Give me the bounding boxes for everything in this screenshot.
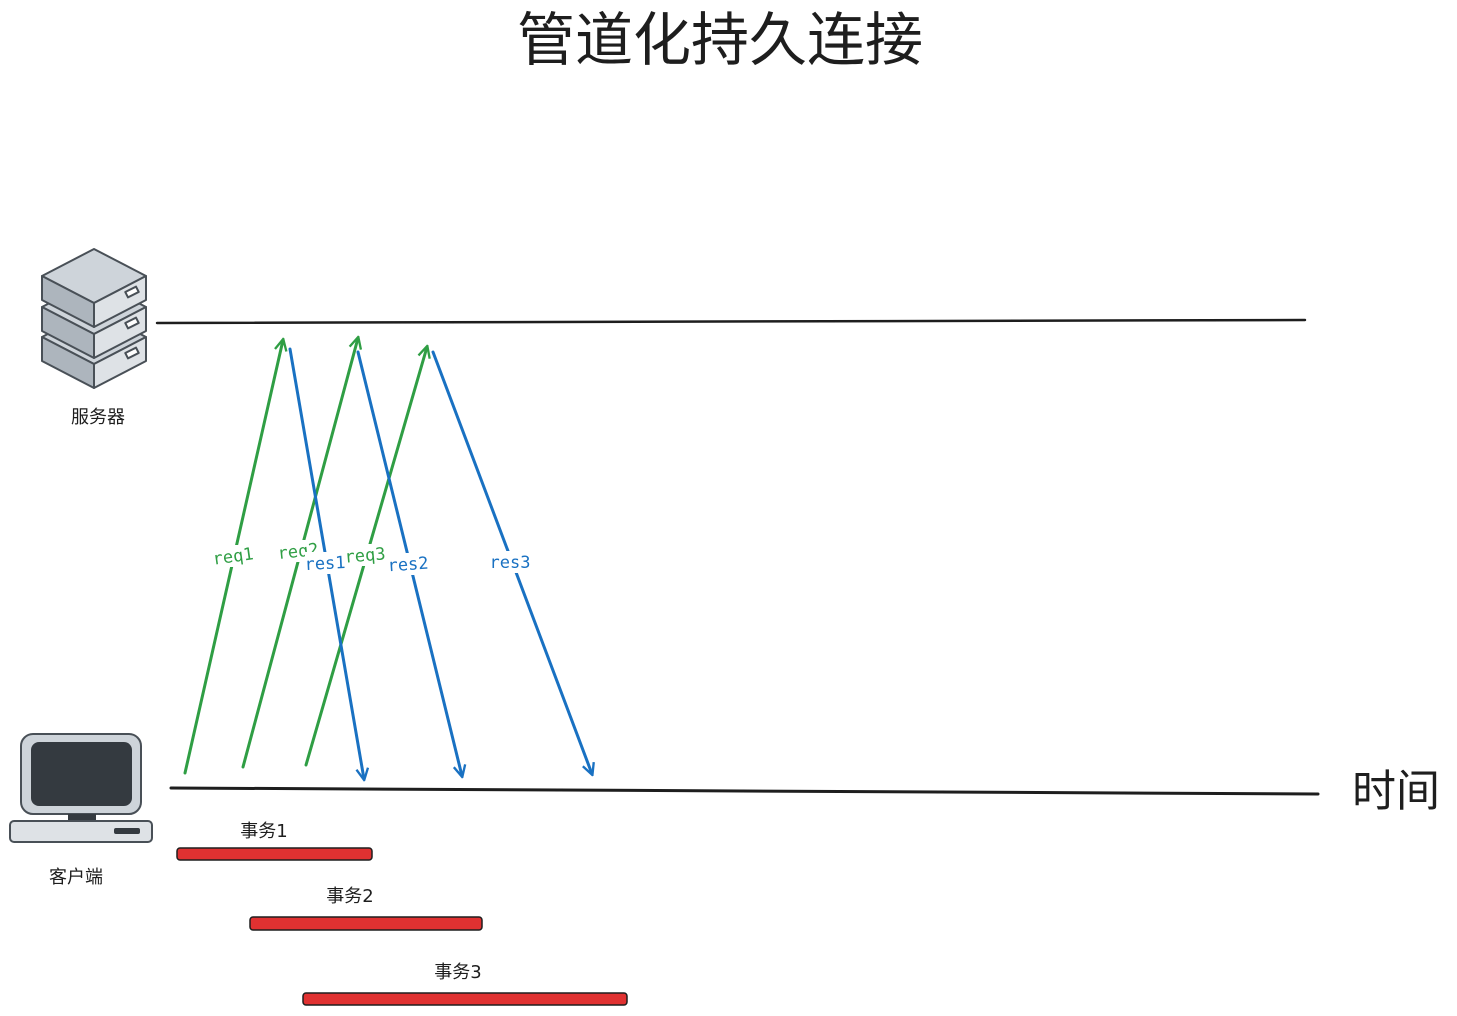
transactions: 事务1 事务2 事务3 [176, 821, 628, 1006]
response-label-3: res3 [490, 553, 531, 573]
response-label-2: res2 [387, 554, 429, 577]
request-label-3: req3 [344, 544, 387, 567]
desktop-computer-icon [9, 733, 153, 843]
response-label-1: res1 [304, 553, 346, 575]
server-stack-icon [41, 248, 147, 389]
diagram-title: 管道化持久连接 [517, 6, 923, 74]
transaction-bar-2 [249, 916, 483, 931]
client-label: 客户端 [49, 867, 103, 888]
diagram-canvas: 管道化持久连接 服务器 客户端 时间 req1 req2 req3 res1 r… [0, 0, 1457, 1016]
server-timeline [155, 318, 1307, 325]
client-timeline [169, 786, 1320, 796]
pipelined-connection-diagram: 管道化持久连接 服务器 客户端 时间 req1 req2 req3 res1 r… [9, 6, 1440, 1006]
transaction-label-1: 事务1 [240, 821, 287, 842]
timeline-label: 时间 [1352, 766, 1440, 817]
transaction-bar-1 [176, 847, 373, 861]
transaction-bar-3 [302, 992, 628, 1006]
transaction-label-3: 事务3 [434, 962, 481, 983]
response-labels: res1 res2 res3 [304, 551, 531, 576]
transaction-label-2: 事务2 [326, 886, 373, 907]
server-label: 服务器 [71, 407, 125, 428]
